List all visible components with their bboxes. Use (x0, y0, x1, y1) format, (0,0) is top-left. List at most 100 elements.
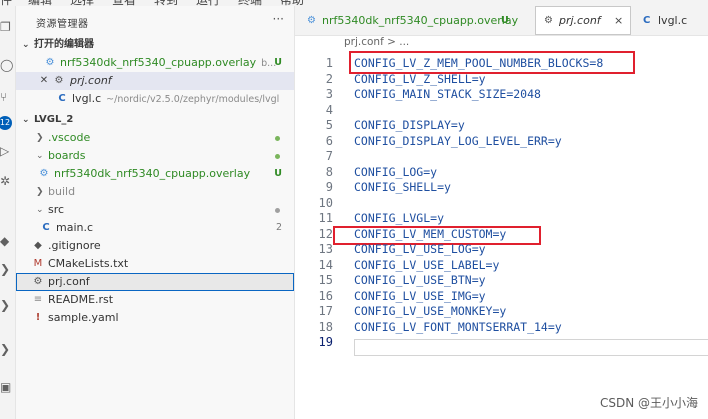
tree-folder[interactable]: ⌄ src (16, 201, 294, 219)
tree-label: main.c (56, 221, 94, 234)
tree-label: src (48, 203, 65, 216)
open-editor-label: lvgl.c ~/nordic/v2.5.0/zephyr/modules/lvg… (72, 92, 280, 105)
chevron-right-icon: ❯ (36, 187, 44, 197)
open-editor-item[interactable]: ⚙ nrf5340dk_nrf5340_cpuapp.overlay b... U (16, 54, 294, 72)
line-number: 1 (325, 56, 333, 70)
code-line[interactable]: CONFIG_LV_USE_LABEL=y (354, 258, 499, 274)
chevron-down-icon: ⌄ (36, 151, 44, 161)
code-line[interactable]: CONFIG_LV_USE_IMG=y (354, 289, 486, 305)
code-line[interactable]: CONFIG_LV_Z_SHELL=y (354, 72, 486, 88)
line-number: 12 (318, 226, 333, 241)
line-number: 10 (318, 195, 333, 210)
chevron-right-icon: ❯ (36, 133, 44, 143)
watermark: CSDN @王小小海 (599, 396, 698, 410)
git-file-icon: ◆ (34, 240, 42, 251)
open-editor-label: prj.conf (70, 74, 112, 87)
tab-label: prj.conf (559, 14, 601, 27)
gear-icon: ⚙ (54, 75, 64, 86)
close-icon[interactable]: ✕ (38, 72, 50, 90)
close-icon[interactable]: × (614, 6, 623, 35)
tree-folder[interactable]: ❯ .vscode (16, 129, 294, 147)
code-line[interactable]: CONFIG_LV_MEM_CUSTOM=y (354, 227, 506, 243)
tree-label: CMakeLists.txt (48, 257, 129, 270)
tree-file-selected[interactable]: ⚙ prj.conf (16, 273, 294, 291)
chevron-down-icon: ⌄ (36, 205, 44, 215)
line-number: 2 (325, 71, 333, 86)
line-number: 11 (318, 211, 333, 225)
search-icon[interactable]: ◯ (0, 58, 14, 72)
chevron-down-icon: ⌄ (22, 115, 30, 125)
more-actions-icon[interactable]: ··· (273, 12, 284, 26)
line-number: 18 (318, 319, 333, 334)
problem-count-badge: 2 (275, 222, 282, 233)
tree-file[interactable]: ◆ .gitignore (16, 237, 294, 255)
line-number: 8 (325, 164, 333, 179)
line-number: 13 (318, 242, 333, 256)
tree-folder[interactable]: ⌄ boards (16, 147, 294, 165)
debug-icon[interactable]: ▷ (0, 144, 14, 158)
code-line[interactable]: CONFIG_MAIN_STACK_SIZE=2048 (354, 87, 541, 103)
yaml-file-icon: ! (35, 312, 41, 323)
tab-lvgl-c[interactable]: C lvgl.c (633, 6, 708, 35)
activity-bar: ❐ ◯ ⑂ 12 ▷ ✲ ◆ ❯ ❯ ❯ ▣ (0, 6, 16, 419)
tree-label: sample.yaml (48, 311, 119, 324)
code-line[interactable]: CONFIG_LV_Z_MEM_POOL_NUMBER_BLOCKS=8 (354, 56, 603, 72)
files-icon[interactable]: ❐ (0, 20, 14, 34)
source-control-badge: 12 (0, 116, 12, 130)
tree-file[interactable]: ⚙ nrf5340dk_nrf5340_cpuapp.overlay U (16, 165, 294, 183)
sidebar-title: 资源管理器 (36, 19, 89, 30)
tree-label: nrf5340dk_nrf5340_cpuapp.overlay (54, 167, 251, 180)
open-editor-item[interactable]: C lvgl.c ~/nordic/v2.5.0/zephyr/modules/l… (16, 90, 294, 108)
code-editor[interactable]: 1 CONFIG_LV_Z_MEM_POOL_NUMBER_BLOCKS=8 2 CO… (295, 48, 708, 419)
remote-icon[interactable]: ▣ (0, 380, 14, 394)
code-line[interactable]: CONFIG_DISPLAY=y (354, 118, 465, 134)
modified-dot (275, 208, 280, 213)
line-number: 14 (318, 257, 333, 272)
line-number: 6 (325, 133, 333, 148)
source-control-icon[interactable]: ⑂ (0, 90, 14, 104)
untracked-badge: U (501, 15, 509, 26)
chevron-right-icon[interactable]: ❯ (0, 298, 14, 312)
breadcrumb[interactable]: prj.conf > ... (344, 36, 409, 48)
code-line[interactable]: CONFIG_DISPLAY_LOG_LEVEL_ERR=y (354, 134, 562, 150)
code-line[interactable]: CONFIG_LV_USE_BTN=y (354, 273, 486, 289)
c-file-icon: C (42, 222, 50, 233)
line-number: 7 (325, 149, 333, 163)
extensions-icon[interactable]: ✲ (0, 174, 14, 188)
tree-file[interactable]: ≡ README.rst (16, 291, 294, 309)
code-line[interactable]: CONFIG_LV_FONT_MONTSERRAT_14=y (354, 320, 562, 336)
tree-file[interactable]: C main.c 2 (16, 219, 294, 237)
code-line[interactable]: CONFIG_LV_USE_MONKEY=y (354, 304, 506, 320)
chevron-right-icon[interactable]: ❯ (0, 342, 14, 356)
tree-file[interactable]: ! sample.yaml (16, 309, 294, 327)
text-file-icon: ≡ (33, 294, 43, 305)
line-number: 17 (318, 304, 333, 318)
tree-file[interactable]: M CMakeLists.txt (16, 255, 294, 273)
code-line[interactable]: CONFIG_SHELL=y (354, 180, 451, 196)
chevron-right-icon[interactable]: ❯ (0, 262, 14, 276)
open-editors-header[interactable]: ⌄ 打开的编辑器 (16, 36, 294, 54)
c-file-icon: C (58, 93, 66, 104)
open-editor-item-active[interactable]: ✕ ⚙ prj.conf (16, 72, 294, 90)
tab-overlay[interactable]: ⚙ nrf5340dk_nrf5340_cpuapp.overlay U (295, 6, 533, 35)
tree-label: boards (48, 149, 86, 162)
nrf-connect-icon[interactable]: ◆ (0, 234, 14, 248)
tree-label: .vscode (48, 131, 91, 144)
tree-folder[interactable]: ❯ build (16, 183, 294, 201)
modified-dot (275, 136, 280, 141)
code-line[interactable]: CONFIG_LOG=y (354, 165, 437, 181)
gear-icon: ⚙ (544, 15, 553, 26)
line-number: 3 (325, 87, 333, 101)
c-file-icon: C (643, 15, 651, 26)
modified-dot (275, 154, 280, 159)
untracked-badge: U (274, 168, 282, 179)
project-header[interactable]: ⌄ LVGL_2 (16, 111, 294, 129)
device-tree-file-icon: ⚙ (39, 168, 49, 179)
device-tree-file-icon: ⚙ (45, 57, 55, 68)
code-line[interactable]: CONFIG_LVGL=y (354, 211, 444, 227)
line-number: 15 (318, 273, 333, 287)
tree-label: prj.conf (48, 275, 90, 288)
code-line[interactable]: CONFIG_LV_USE_LOG=y (354, 242, 486, 258)
tab-prj-conf[interactable]: ⚙ prj.conf × (535, 6, 631, 35)
open-editors-title: 打开的编辑器 (34, 39, 94, 50)
